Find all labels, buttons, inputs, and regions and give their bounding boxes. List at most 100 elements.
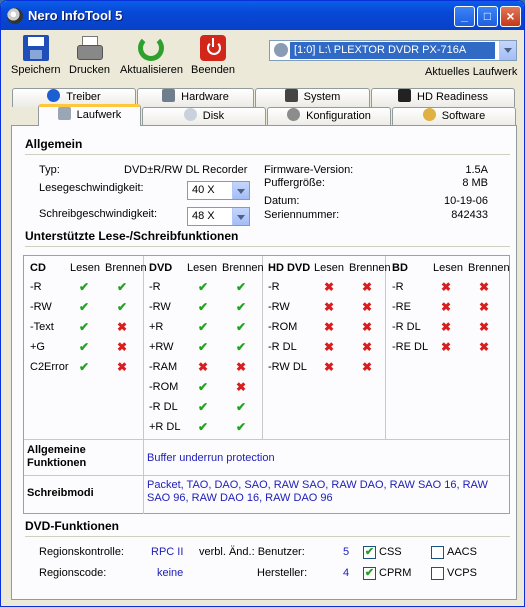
- drive-select[interactable]: [1:0] L:\ PLEXTOR DVDR PX-716A: [269, 40, 517, 61]
- read-speed-label: Lesegeschwindigkeit:: [39, 182, 144, 194]
- quit-button[interactable]: Beenden: [191, 35, 235, 76]
- print-button[interactable]: Drucken: [69, 35, 110, 76]
- tab-hd-readiness[interactable]: HD Readiness: [371, 88, 515, 107]
- serial-value: 842433: [451, 209, 488, 221]
- cross-icon: ✖: [324, 280, 335, 294]
- dvd-column-title: DVD: [149, 262, 173, 274]
- type-label: Typ:: [39, 164, 60, 176]
- date-label: Datum:: [264, 195, 300, 207]
- cross-icon: ✖: [479, 280, 490, 294]
- power-icon: [200, 35, 227, 61]
- cd-format-label: +G: [30, 341, 45, 353]
- dvd-functions-divider: [25, 536, 510, 537]
- checkbox-label-aacs: AACS: [447, 546, 477, 558]
- vendor-changes-value: 4: [343, 567, 350, 579]
- chevron-down-icon[interactable]: [232, 182, 249, 199]
- cross-icon: ✖: [236, 380, 247, 394]
- dvd-format-label: -RW: [149, 301, 171, 313]
- chevron-down-icon[interactable]: [499, 41, 516, 60]
- buffer-label: Puffergröße:: [264, 177, 325, 189]
- minimize-button[interactable]: _: [454, 6, 475, 27]
- check-icon: ✔: [198, 340, 209, 354]
- check-icon: ✔: [79, 320, 90, 334]
- checkbox-aacs[interactable]: [431, 546, 444, 559]
- save-button[interactable]: Speichern: [11, 35, 61, 76]
- save-icon: [22, 35, 49, 61]
- general-title: Allgemein: [25, 137, 83, 151]
- write-speed-label: Schreibgeschwindigkeit:: [39, 208, 158, 220]
- cross-icon: ✖: [324, 360, 335, 374]
- hddvd-format-label: -R: [268, 281, 280, 293]
- checkbox-vcps[interactable]: [431, 567, 444, 580]
- cd-read-header: Lesen: [70, 262, 100, 274]
- tab-system[interactable]: System: [255, 88, 370, 107]
- read-speed-select[interactable]: 40 X: [187, 181, 250, 200]
- cross-icon: ✖: [324, 320, 335, 334]
- region-code-label: Regionscode:: [39, 567, 107, 579]
- check-icon: ✔: [79, 340, 90, 354]
- buffer-value: 8 MB: [462, 177, 488, 189]
- hddvd-format-label: -R DL: [268, 341, 297, 353]
- write-modes-value: Packet, TAO, DAO, SAO, RAW SAO, RAW DAO,…: [147, 479, 488, 504]
- region-code-value: keine: [157, 567, 184, 579]
- type-value: DVD±R/RW DL Recorder: [124, 164, 248, 176]
- region-control-value: RPC II: [151, 546, 184, 558]
- title-bar[interactable]: Nero InfoTool 5 _ □ ×: [1, 1, 524, 30]
- bd-write-header: Brennen: [468, 262, 510, 274]
- general-functions-label: Allgemeine Funktionen: [27, 444, 87, 469]
- hddvd-column-title: HD DVD: [268, 262, 311, 274]
- dvd-format-label: -R: [149, 281, 161, 293]
- cross-icon: ✖: [324, 300, 335, 314]
- bd-format-label: -R DL: [392, 321, 421, 333]
- check-icon: ✔: [117, 280, 128, 294]
- cross-icon: ✖: [236, 360, 247, 374]
- tab-hardware[interactable]: Hardware: [137, 88, 254, 107]
- check-icon: ✔: [198, 420, 209, 434]
- user-changes-value: 5: [343, 546, 350, 558]
- chevron-down-icon[interactable]: [232, 208, 249, 225]
- refresh-icon: [138, 35, 165, 61]
- bd-read-header: Lesen: [433, 262, 463, 274]
- check-icon: ✔: [198, 380, 209, 394]
- dvd-format-label: -RAM: [149, 361, 178, 373]
- close-button[interactable]: ×: [500, 6, 521, 27]
- general-functions-value: Buffer underrun protection: [147, 452, 275, 464]
- checkbox-label-css: CSS: [379, 546, 402, 558]
- window-title: Nero InfoTool 5: [28, 8, 123, 23]
- check-icon: ✔: [236, 300, 247, 314]
- maximize-button[interactable]: □: [477, 6, 498, 27]
- check-icon: ✔: [198, 400, 209, 414]
- checkbox-cprm[interactable]: ✔: [363, 567, 376, 580]
- cd-format-label: -Text: [30, 321, 54, 333]
- check-icon: ✔: [198, 320, 209, 334]
- checkbox-css[interactable]: ✔: [363, 546, 376, 559]
- refresh-button[interactable]: Aktualisieren: [120, 35, 183, 76]
- hd-icon: [398, 89, 412, 102]
- bd-column-title: BD: [392, 262, 408, 274]
- dvd-write-header: Brennen: [222, 262, 264, 274]
- cross-icon: ✖: [362, 320, 373, 334]
- cd-format-label: -R: [30, 281, 42, 293]
- hddvd-format-label: -RW DL: [268, 361, 307, 373]
- cross-icon: ✖: [362, 280, 373, 294]
- write-speed-select[interactable]: 48 X: [187, 207, 250, 226]
- rw-grid: CD Lesen Brennen -R ✔ ✔ -RW ✔ ✔ -Text ✔ ✖ +G ✔ ✖ C2Erro…: [23, 255, 510, 514]
- check-icon: ✔: [236, 320, 247, 334]
- system-icon: [284, 89, 298, 102]
- app-icon: [7, 8, 23, 24]
- tab-konfiguration[interactable]: Konfiguration: [267, 107, 391, 126]
- cross-icon: ✖: [441, 320, 452, 334]
- tab-disk[interactable]: Disk: [142, 107, 266, 126]
- region-control-label: Regionskontrolle:: [39, 546, 124, 558]
- tab-laufwerk[interactable]: Laufwerk: [38, 104, 141, 126]
- tab-software[interactable]: Software: [392, 107, 516, 126]
- drive-caption: Aktuelles Laufwerk: [425, 66, 518, 78]
- date-value: 10-19-06: [443, 195, 488, 207]
- vendor-changes-label: Hersteller:: [257, 567, 308, 579]
- check-icon: ✔: [198, 280, 209, 294]
- info-icon: [47, 89, 61, 102]
- check-icon: ✔: [117, 300, 128, 314]
- software-icon: [422, 108, 436, 121]
- bd-format-label: -RE: [392, 301, 411, 313]
- cross-icon: ✖: [117, 360, 128, 374]
